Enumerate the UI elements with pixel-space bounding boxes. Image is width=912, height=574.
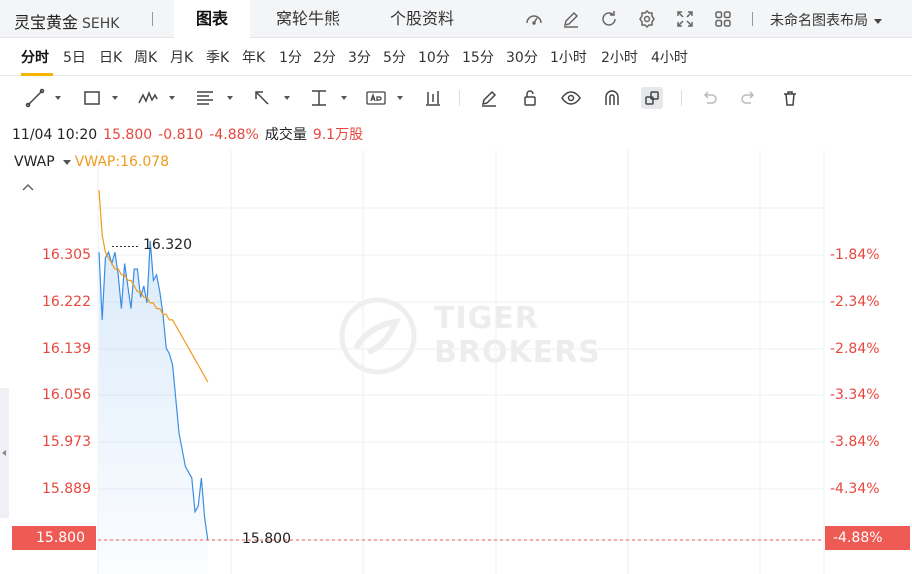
last-price-label: 15.800 (242, 531, 291, 547)
y-tick-left: 16.056 (42, 387, 91, 403)
price-area-fill (99, 240, 208, 574)
y-tick-left: 16.305 (42, 247, 91, 263)
y-tick-right: -4.34% (830, 481, 880, 497)
y-tick-right: -3.84% (830, 434, 880, 450)
high-price-label: 16.320 (143, 237, 192, 253)
price-chart[interactable] (0, 0, 912, 574)
y-tick-left: 15.973 (42, 434, 91, 450)
y-tick-right: -3.34% (830, 387, 880, 403)
y-tick-left: 16.222 (42, 294, 91, 310)
last-price-tag: 15.800 (12, 526, 96, 550)
y-tick-right: -2.84% (830, 341, 880, 357)
last-pct-tag: -4.88% (825, 526, 910, 550)
chart-grid (97, 150, 825, 574)
side-panel-toggle[interactable] (0, 388, 9, 518)
y-tick-left: 15.889 (42, 481, 91, 497)
y-tick-right: -1.84% (830, 247, 880, 263)
y-tick-left: 16.139 (42, 341, 91, 357)
y-tick-right: -2.34% (830, 294, 880, 310)
